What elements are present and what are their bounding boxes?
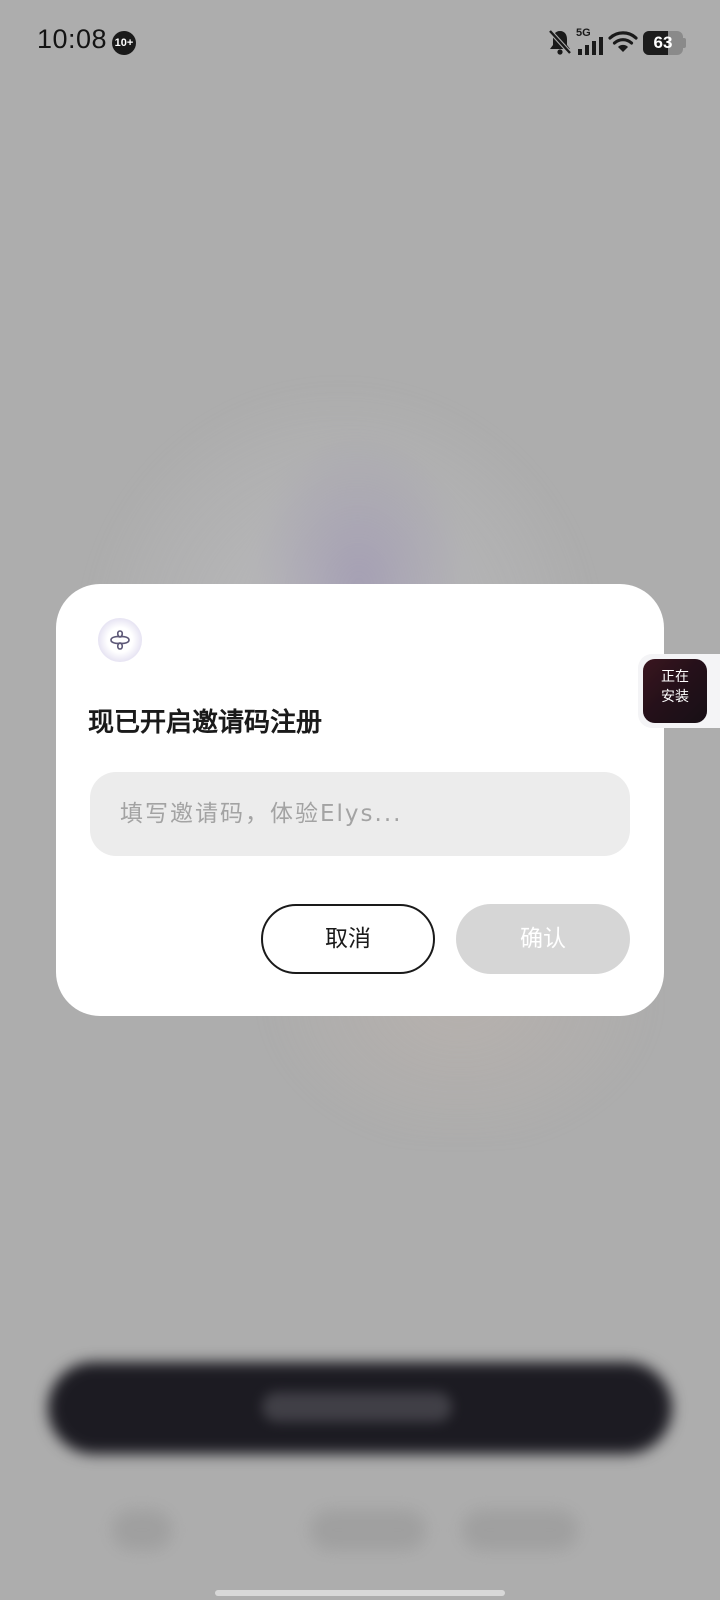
invite-code-input[interactable] — [90, 772, 630, 856]
installing-label-line2: 安装 — [661, 689, 689, 705]
background-checkbox — [112, 1510, 172, 1550]
battery-level: 63 — [653, 33, 673, 52]
background-link-1 — [310, 1510, 426, 1550]
installing-app-widget[interactable]: 正在 安装 — [638, 654, 720, 728]
status-bar: 10:08 10+ 5G 63 — [0, 0, 720, 86]
dialog-title: 现已开启邀请码注册 — [88, 708, 323, 738]
notification-count-badge: 10+ — [112, 31, 136, 55]
bell-off-icon — [548, 29, 572, 55]
battery-icon: 63 — [643, 31, 683, 55]
cellular-signal-icon: 5G — [576, 27, 606, 57]
cancel-button[interactable]: 取消 — [261, 904, 435, 974]
battery-tip — [683, 38, 686, 48]
background-link-2 — [462, 1510, 578, 1550]
confirm-button[interactable]: 确认 — [456, 904, 630, 974]
elys-clover-icon — [98, 618, 142, 662]
status-time: 10:08 — [37, 24, 108, 54]
installing-label: 正在 安装 — [643, 667, 707, 707]
invite-code-dialog: 现已开启邀请码注册 取消 确认 — [56, 584, 664, 1016]
installing-label-line1: 正在 — [661, 669, 689, 685]
home-indicator[interactable] — [215, 1590, 505, 1596]
wifi-icon — [608, 31, 638, 52]
background-login-button-label — [262, 1392, 452, 1422]
